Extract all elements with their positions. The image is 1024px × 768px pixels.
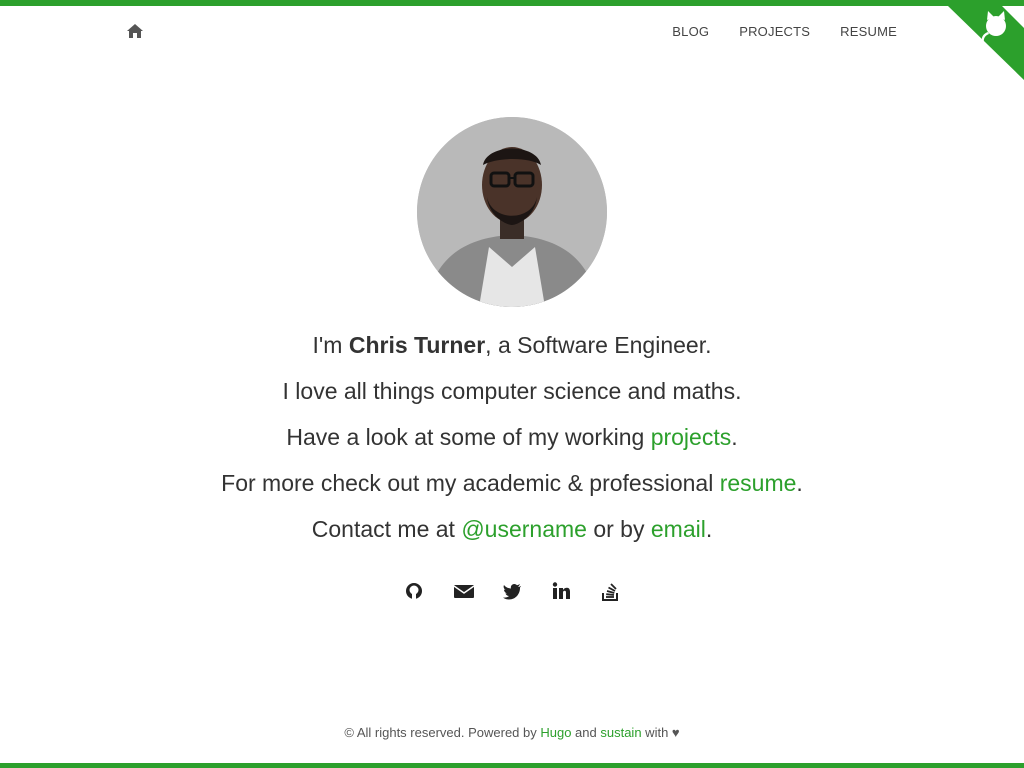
nav-resume-link[interactable]: RESUME xyxy=(840,24,897,39)
sustain-link[interactable]: sustain xyxy=(600,725,641,740)
twitter-icon[interactable] xyxy=(502,580,522,602)
footer: © All rights reserved. Powered by Hugo a… xyxy=(344,725,680,740)
social-links xyxy=(0,580,1024,602)
github-corner[interactable] xyxy=(948,0,1024,80)
envelope-icon[interactable] xyxy=(453,580,475,602)
home-icon[interactable] xyxy=(126,23,144,39)
github-icon[interactable] xyxy=(404,580,424,602)
hugo-link[interactable]: Hugo xyxy=(540,725,571,740)
username-link[interactable]: @username xyxy=(461,516,587,542)
projects-link[interactable]: projects xyxy=(651,424,732,450)
profile-photo xyxy=(417,117,607,307)
main-nav: BLOG PROJECTS RESUME xyxy=(672,24,897,39)
intro-line-3: Have a look at some of my working projec… xyxy=(286,424,738,450)
author-name: Chris Turner xyxy=(348,332,486,358)
intro-line-5: Contact me at @username or by email. xyxy=(311,516,713,542)
stackoverflow-icon[interactable] xyxy=(600,580,620,602)
resume-link[interactable]: resume xyxy=(720,470,797,496)
nav-projects-link[interactable]: PROJECTS xyxy=(739,24,810,39)
linkedin-icon[interactable] xyxy=(551,580,571,602)
bottom-accent-bar xyxy=(0,763,1024,768)
nav-blog-link[interactable]: BLOG xyxy=(672,24,709,39)
intro-section: I'm Chris Turner, a Software Engineer. I… xyxy=(0,322,1024,552)
intro-line-2: I love all things computer science and m… xyxy=(282,378,742,404)
intro-line-1: I'm Chris Turner, a Software Engineer. xyxy=(312,332,712,358)
top-accent-bar xyxy=(0,0,1024,6)
email-link[interactable]: email xyxy=(651,516,706,542)
intro-line-4: For more check out my academic & profess… xyxy=(221,470,803,496)
